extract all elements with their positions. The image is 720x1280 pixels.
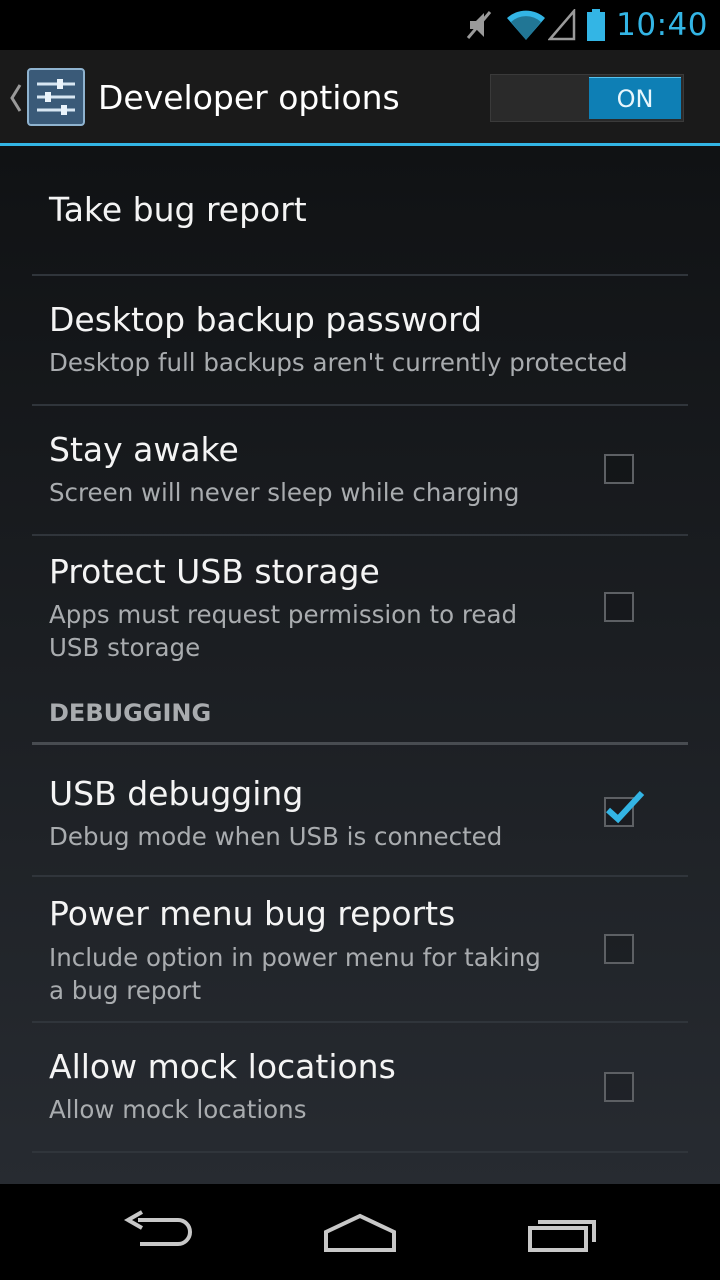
row-title: Power menu bug reports [49, 894, 456, 933]
allow-mock-locations-checkbox[interactable] [604, 1072, 634, 1102]
row-subtitle: Desktop full backups aren't currently pr… [49, 348, 628, 377]
toggle-on-label: ON [589, 77, 681, 119]
row-title: Take bug report [49, 190, 307, 229]
power-menu-bug-reports-checkbox[interactable] [604, 934, 634, 964]
take-bug-report-item[interactable]: Take bug report [32, 146, 688, 276]
power-menu-bug-reports-item[interactable]: Power menu bug reports Include option in… [32, 877, 688, 1023]
recent-apps-icon[interactable] [524, 1214, 600, 1258]
status-bar: 10:40 [0, 0, 720, 50]
row-subtitle-line-2: USB storage [49, 633, 201, 662]
row-title: Protect USB storage [49, 552, 380, 591]
developer-options-toggle[interactable]: ON [490, 74, 684, 122]
home-icon[interactable] [322, 1212, 398, 1258]
section-header-debugging: DEBUGGING [49, 699, 212, 727]
row-subtitle-line-1: Apps must request permission to read [49, 600, 518, 629]
protect-usb-storage-item[interactable]: Protect USB storage Apps must request pe… [32, 536, 688, 686]
row-title: USB debugging [49, 774, 304, 813]
status-icons: 10:40 [464, 0, 708, 50]
row-title: Allow mock locations [49, 1047, 396, 1086]
wifi-icon [506, 9, 546, 41]
signal-icon [548, 9, 576, 41]
mute-icon [464, 8, 494, 42]
row-subtitle: Allow mock locations [49, 1095, 307, 1124]
checkmark-icon [605, 790, 645, 824]
row-subtitle-line-1: Include option in power menu for taking [49, 943, 541, 972]
desktop-backup-password-item[interactable]: Desktop backup password Desktop full bac… [32, 276, 688, 406]
row-subtitle-line-2: a bug report [49, 976, 202, 1005]
page-title: Developer options [98, 78, 400, 117]
row-title: Stay awake [49, 430, 239, 469]
allow-mock-locations-item[interactable]: Allow mock locations Allow mock location… [32, 1023, 688, 1153]
settings-sliders-icon[interactable] [27, 68, 85, 130]
row-subtitle: Screen will never sleep while charging [49, 478, 520, 507]
settings-list: Take bug report Desktop backup password … [0, 146, 720, 1184]
action-bar: Developer options ON [0, 50, 720, 146]
row-title: Desktop backup password [49, 300, 483, 339]
navigation-bar [0, 1184, 720, 1280]
back-icon[interactable] [122, 1210, 196, 1254]
usb-debugging-item[interactable]: USB debugging Debug mode when USB is con… [32, 745, 688, 877]
clock: 10:40 [616, 7, 708, 43]
stay-awake-checkbox[interactable] [604, 454, 634, 484]
protect-usb-storage-checkbox[interactable] [604, 592, 634, 622]
back-caret-icon[interactable] [8, 83, 24, 117]
row-subtitle: Debug mode when USB is connected [49, 822, 503, 851]
battery-icon [586, 8, 606, 42]
usb-debugging-checkbox[interactable] [604, 790, 645, 827]
stay-awake-item[interactable]: Stay awake Screen will never sleep while… [32, 406, 688, 536]
